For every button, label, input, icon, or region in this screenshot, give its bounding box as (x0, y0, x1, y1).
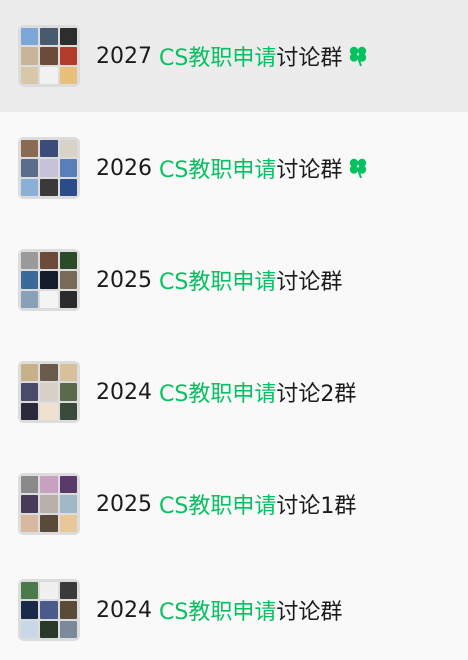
avatar-tile (40, 495, 58, 513)
chat-name-year: 2026 (96, 155, 152, 181)
group-avatar (18, 579, 80, 641)
avatar-tile (59, 178, 77, 196)
chat-name-keyword: CS教职申请 (159, 46, 277, 71)
avatar-tile (40, 476, 58, 494)
avatar-tile (40, 47, 58, 65)
avatar-tile (59, 582, 77, 600)
avatar-tile (21, 582, 39, 600)
chat-name: 2026 CS教职申请 讨论群 (96, 152, 368, 184)
avatar-tile (40, 159, 58, 177)
avatar-tile (59, 47, 77, 65)
avatar-tile (21, 159, 39, 177)
avatar-tile (59, 271, 77, 289)
group-avatar (18, 473, 80, 535)
avatar-tile (59, 364, 77, 382)
chat-name-keyword: CS教职申请 (159, 270, 277, 295)
chat-name-year: 2025 (96, 267, 152, 293)
chat-list-item[interactable]: 2024 CS教职申请 讨论群 (0, 560, 468, 660)
avatar-tile (40, 66, 58, 84)
chat-name-suffix: 讨论1群 (276, 494, 357, 519)
avatar-tile (40, 178, 58, 196)
chat-name-keyword: CS教职申请 (159, 600, 277, 625)
avatar-tile (59, 495, 77, 513)
avatar-tile (21, 364, 39, 382)
chat-list-item[interactable]: 2024 CS教职申请 讨论2群 (0, 336, 468, 448)
avatar-tile (21, 402, 39, 420)
four-leaf-clover-icon (348, 45, 368, 67)
chat-name: 2025 CS教职申请 讨论1群 (96, 488, 356, 520)
chat-name-suffix: 讨论群 (276, 158, 343, 183)
avatar-tile (21, 290, 39, 308)
avatar-tile (21, 476, 39, 494)
avatar-tile (59, 252, 77, 270)
avatar-tile (59, 601, 77, 619)
chat-name: 2025 CS教职申请 讨论群 (96, 264, 342, 296)
avatar-tile (40, 514, 58, 532)
avatar-tile (21, 620, 39, 638)
chat-list-item[interactable]: 2026 CS教职申请 讨论群 (0, 112, 468, 224)
group-avatar (18, 25, 80, 87)
avatar-tile (59, 402, 77, 420)
avatar-tile (21, 383, 39, 401)
chat-name-suffix: 讨论群 (276, 46, 343, 71)
chat-name-year: 2025 (96, 491, 152, 517)
avatar-tile (40, 364, 58, 382)
chat-name-keyword: CS教职申请 (159, 494, 277, 519)
chat-name: 2024 CS教职申请 讨论群 (96, 594, 342, 626)
avatar-tile (21, 28, 39, 46)
avatar-tile (40, 383, 58, 401)
group-avatar (18, 137, 80, 199)
avatar-tile (40, 252, 58, 270)
avatar-tile (21, 66, 39, 84)
chat-name-suffix: 讨论2群 (276, 382, 357, 407)
avatar-tile (59, 476, 77, 494)
avatar-tile (59, 620, 77, 638)
four-leaf-clover-icon (348, 157, 368, 179)
avatar-tile (40, 601, 58, 619)
chat-list-item[interactable]: 2025 CS教职申请 讨论群 (0, 224, 468, 336)
avatar-tile (59, 66, 77, 84)
avatar-tile (40, 620, 58, 638)
avatar-tile (59, 290, 77, 308)
avatar-tile (59, 159, 77, 177)
avatar-tile (40, 290, 58, 308)
avatar-tile (21, 495, 39, 513)
chat-list-item[interactable]: 2027 CS教职申请 讨论群 (0, 0, 468, 112)
group-avatar (18, 249, 80, 311)
avatar-tile (21, 140, 39, 158)
avatar-tile (59, 28, 77, 46)
avatar-tile (40, 28, 58, 46)
chat-name: 2024 CS教职申请 讨论2群 (96, 376, 356, 408)
avatar-tile (59, 514, 77, 532)
avatar-tile (59, 383, 77, 401)
chat-name-year: 2024 (96, 379, 152, 405)
chat-name-suffix: 讨论群 (276, 600, 343, 625)
avatar-tile (40, 582, 58, 600)
avatar-tile (40, 271, 58, 289)
avatar-tile (40, 402, 58, 420)
avatar-tile (40, 140, 58, 158)
chat-name-suffix: 讨论群 (276, 270, 343, 295)
avatar-tile (21, 47, 39, 65)
avatar-tile (21, 252, 39, 270)
chat-name-keyword: CS教职申请 (159, 158, 277, 183)
chat-list: 2027 CS教职申请 讨论群 2026 CS教职申请 讨论群 2025 CS教职申请讨… (0, 0, 468, 660)
avatar-tile (21, 271, 39, 289)
chat-name-keyword: CS教职申请 (159, 382, 277, 407)
chat-name-year: 2024 (96, 597, 152, 623)
chat-name-year: 2027 (96, 43, 152, 69)
chat-name: 2027 CS教职申请 讨论群 (96, 40, 368, 72)
avatar-tile (21, 514, 39, 532)
chat-list-item[interactable]: 2025 CS教职申请 讨论1群 (0, 448, 468, 560)
avatar-tile (21, 178, 39, 196)
avatar-tile (21, 601, 39, 619)
group-avatar (18, 361, 80, 423)
avatar-tile (59, 140, 77, 158)
